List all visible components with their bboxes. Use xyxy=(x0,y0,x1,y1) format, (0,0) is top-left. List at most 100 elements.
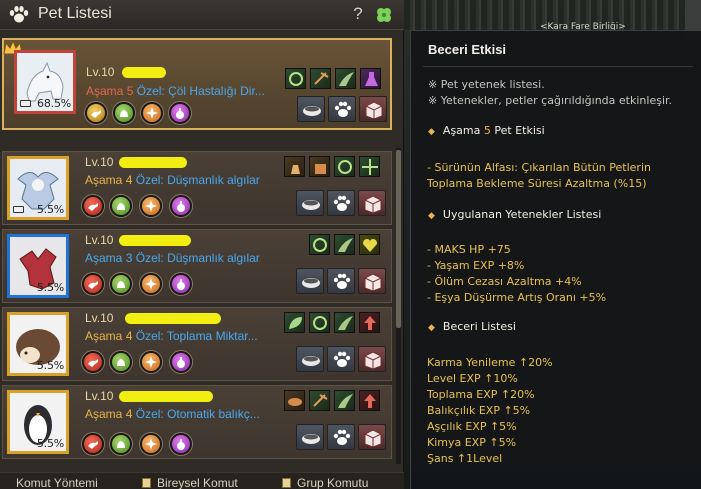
compass-icon xyxy=(145,200,157,212)
skill-effect-tooltip: Beceri Etkisi ※ Pet yetenek listesi. ※ Y… xyxy=(410,30,701,489)
trait-icon[interactable] xyxy=(140,273,162,295)
name-redaction xyxy=(119,157,187,168)
skill-slot[interactable] xyxy=(360,68,381,89)
command-footer: Komut Yöntemi Bireysel Komut Grup Komutu xyxy=(0,472,404,489)
gift-box-button[interactable] xyxy=(358,190,386,216)
skill-slot[interactable] xyxy=(334,156,355,177)
feed-button[interactable] xyxy=(296,268,324,294)
pet-portrait[interactable]: 5.5% xyxy=(7,234,69,298)
hand-icon xyxy=(117,281,125,288)
name-redaction xyxy=(125,313,221,324)
pet-level: Lv.10 xyxy=(85,155,114,169)
pet-command-button[interactable] xyxy=(327,346,355,372)
arrow-up-skill-icon xyxy=(364,316,376,330)
pet-portrait[interactable]: 5.5% xyxy=(7,312,69,376)
paw-icon xyxy=(333,429,351,445)
trait-icon[interactable] xyxy=(85,102,107,124)
pet-command-button[interactable] xyxy=(327,190,355,216)
trait-icon[interactable] xyxy=(141,102,163,124)
trait-icon[interactable] xyxy=(140,195,162,217)
feed-button[interactable] xyxy=(297,96,325,122)
skill-slot[interactable] xyxy=(309,390,330,411)
feed-button[interactable] xyxy=(296,190,324,216)
trait-icon[interactable] xyxy=(110,273,132,295)
skill-slot[interactable] xyxy=(359,312,380,333)
skill-slot[interactable] xyxy=(334,234,355,255)
pet-portrait[interactable]: 5.5% xyxy=(7,156,69,220)
trait-icon[interactable] xyxy=(170,433,192,455)
trait-icon[interactable] xyxy=(169,102,191,124)
gift-box-button[interactable] xyxy=(358,346,386,372)
skill-slot[interactable] xyxy=(284,390,305,411)
gift-box-button[interactable] xyxy=(358,268,386,294)
skill-slot[interactable] xyxy=(285,68,306,89)
trait-icon[interactable] xyxy=(140,351,162,373)
box-icon xyxy=(364,273,382,292)
window-header[interactable]: Pet Listesi ? xyxy=(0,0,404,30)
pet-command-button[interactable] xyxy=(327,424,355,450)
trait-icon[interactable] xyxy=(113,102,135,124)
feed-button[interactable] xyxy=(296,346,324,372)
trait-icon[interactable] xyxy=(110,195,132,217)
pet-list-window: Pet Listesi ? 68.5% Lv.10 Aşama 5 Özel: … xyxy=(0,0,404,489)
trait-icon[interactable] xyxy=(82,433,104,455)
pet-card[interactable]: 5.5% Lv.10 Aşama 4 Özel: Düşmanlık algıl… xyxy=(2,151,392,225)
trait-icon[interactable] xyxy=(82,273,104,295)
flask-skill-icon xyxy=(365,72,378,86)
pet-card[interactable]: 5.5% Lv.10 Aşama 3 Özel: Düşmanlık algıl… xyxy=(2,229,392,303)
pet-list: 68.5% Lv.10 Aşama 5 Özel: Çöl Hastalığı … xyxy=(0,36,404,466)
gift-box-button[interactable] xyxy=(358,424,386,450)
group-command-button[interactable]: Grup Komutu xyxy=(297,476,368,489)
skill-slot[interactable] xyxy=(284,312,305,333)
skill-slot[interactable] xyxy=(284,156,305,177)
potion-icon xyxy=(177,279,185,290)
feed-button[interactable] xyxy=(296,424,324,450)
gift-box-button[interactable] xyxy=(359,96,387,122)
skill-slot[interactable] xyxy=(359,234,380,255)
pet-percent: 68.5% xyxy=(37,97,71,110)
skill-slot[interactable] xyxy=(334,390,355,411)
gather-skill-icon xyxy=(338,160,352,174)
food-bowl-icon xyxy=(303,106,321,116)
skill-slot[interactable] xyxy=(309,234,330,255)
skill-slot[interactable] xyxy=(359,156,380,177)
trait-icon[interactable] xyxy=(82,351,104,373)
individual-command-button[interactable]: Bireysel Komut xyxy=(157,476,238,489)
potion-icon xyxy=(177,201,185,212)
pet-command-button[interactable] xyxy=(328,96,356,122)
paw-icon xyxy=(333,351,351,367)
wing-skill-icon xyxy=(338,316,353,330)
trait-icon[interactable] xyxy=(110,433,132,455)
tooltip-note: ※ Pet yetenek listesi. xyxy=(428,78,545,91)
trait-icon[interactable] xyxy=(170,195,192,217)
pet-portrait[interactable]: 5.5% xyxy=(7,390,69,454)
tooltip-note: ※ Yetenekler, petler çağırıldığında etki… xyxy=(428,94,673,107)
compass-icon xyxy=(145,278,157,290)
trait-icon[interactable] xyxy=(82,195,104,217)
pickaxe-skill-icon xyxy=(314,72,329,85)
command-method-label[interactable]: Komut Yöntemi xyxy=(16,476,98,489)
skill-slot[interactable] xyxy=(335,68,356,89)
skill-slot[interactable] xyxy=(309,156,330,177)
paw-icon xyxy=(333,195,351,211)
scrollbar-thumb[interactable] xyxy=(396,150,401,328)
pet-portrait[interactable]: 68.5% xyxy=(14,50,76,114)
skill-slot[interactable] xyxy=(334,312,355,333)
compass-icon xyxy=(145,356,157,368)
skill-slot[interactable] xyxy=(310,68,331,89)
pet-command-button[interactable] xyxy=(327,268,355,294)
trait-icon[interactable] xyxy=(110,351,132,373)
trait-icon[interactable] xyxy=(170,273,192,295)
help-button[interactable]: ? xyxy=(350,4,366,24)
pet-card[interactable]: 68.5% Lv.10 Aşama 5 Özel: Çöl Hastalığı … xyxy=(2,38,392,130)
trait-icon[interactable] xyxy=(140,433,162,455)
command-key-icon xyxy=(282,478,291,488)
pet-card[interactable]: 5.5% Lv.10 Aşama 4 Özel: Toplama Miktar.… xyxy=(2,307,392,381)
clover-icon[interactable] xyxy=(374,6,394,24)
skill-slot[interactable] xyxy=(309,312,330,333)
trait-icon[interactable] xyxy=(170,351,192,373)
paw-icon xyxy=(9,6,29,23)
pet-card[interactable]: 5.5% Lv.10 Aşama 4 Özel: Otomatik balıkç… xyxy=(2,385,392,459)
skill-slot[interactable] xyxy=(359,390,380,411)
pet-stage: Aşama 4 Özel: Otomatik balıkç... xyxy=(85,407,260,421)
